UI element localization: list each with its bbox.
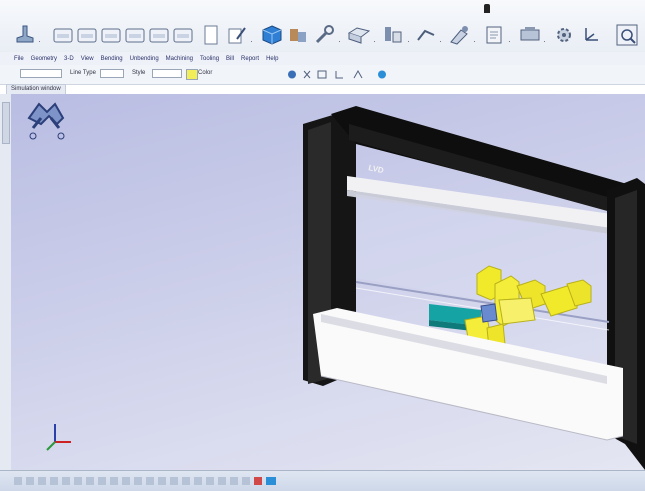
- status-button[interactable]: [122, 477, 130, 485]
- dropdown-arrow-icon[interactable]: ·: [473, 36, 476, 46]
- bend-tool-icon[interactable]: [14, 22, 36, 48]
- zoom-window-icon[interactable]: [317, 70, 327, 79]
- menu-item-unbending[interactable]: Unbending: [130, 56, 159, 62]
- main-toolbar: · · · · · · · · ·: [0, 0, 645, 53]
- line-type-label: Line Type: [70, 70, 96, 76]
- menu-item-view[interactable]: View: [81, 56, 94, 62]
- status-button[interactable]: [242, 477, 250, 485]
- document-tab[interactable]: Simulation window: [6, 84, 66, 94]
- tools-icon[interactable]: [286, 22, 310, 48]
- status-button[interactable]: [218, 477, 226, 485]
- dropdown-arrow-icon[interactable]: ·: [407, 36, 410, 46]
- status-button[interactable]: [158, 477, 166, 485]
- line-style-select[interactable]: [152, 69, 182, 78]
- 3d-viewport[interactable]: LVD: [11, 94, 645, 470]
- pan-icon[interactable]: [303, 70, 311, 79]
- wrench-icon[interactable]: [312, 22, 336, 48]
- status-button[interactable]: [14, 477, 22, 485]
- sheet-icon[interactable]: [172, 22, 194, 48]
- sheet-icon[interactable]: [52, 22, 74, 48]
- machine-icon[interactable]: [518, 22, 542, 48]
- report-icon[interactable]: [482, 22, 506, 48]
- status-bar: [0, 470, 645, 491]
- globe-icon[interactable]: [266, 477, 276, 485]
- status-button[interactable]: [146, 477, 154, 485]
- status-button[interactable]: [110, 477, 118, 485]
- gear-icon[interactable]: [552, 22, 576, 48]
- menu-item-bending[interactable]: Bending: [101, 56, 123, 62]
- status-button[interactable]: [50, 477, 58, 485]
- status-button[interactable]: [86, 477, 94, 485]
- status-button[interactable]: [230, 477, 238, 485]
- dropdown-arrow-icon[interactable]: ·: [338, 36, 341, 46]
- status-button[interactable]: [98, 477, 106, 485]
- machine-brand: LVD: [368, 163, 385, 175]
- view-mode-icon[interactable]: [353, 69, 363, 79]
- status-button[interactable]: [74, 477, 82, 485]
- status-button[interactable]: [194, 477, 202, 485]
- sheet-icon[interactable]: [76, 22, 98, 48]
- properties-toolbar: Line Type Style Color: [0, 65, 645, 85]
- color-swatch[interactable]: [186, 69, 198, 80]
- punch-icon[interactable]: [380, 22, 406, 48]
- status-button[interactable]: [26, 477, 34, 485]
- layer-field[interactable]: [20, 69, 62, 78]
- status-button[interactable]: [206, 477, 214, 485]
- status-button[interactable]: [170, 477, 178, 485]
- rotate-view-icon[interactable]: [288, 70, 296, 79]
- page-icon[interactable]: [200, 22, 222, 48]
- dropdown-arrow-icon[interactable]: ·: [250, 36, 253, 46]
- menu-item-geometry[interactable]: Geometry: [31, 56, 57, 62]
- box-3d-icon[interactable]: [260, 22, 284, 48]
- view-tools-group: [286, 68, 398, 83]
- zoom-fit-icon[interactable]: [614, 22, 640, 48]
- menu-item-help[interactable]: Help: [266, 56, 278, 62]
- menu-item-bill[interactable]: Bill: [226, 56, 234, 62]
- xyz-axis-icon[interactable]: [580, 22, 604, 48]
- flat-pattern-icon[interactable]: [346, 22, 372, 48]
- dropdown-arrow-icon[interactable]: ·: [373, 36, 376, 46]
- bend-line-icon[interactable]: [414, 22, 438, 48]
- sheet-icon[interactable]: [124, 22, 146, 48]
- globe-icon[interactable]: [378, 70, 386, 79]
- dropdown-arrow-icon[interactable]: ·: [439, 36, 442, 46]
- status-button[interactable]: [38, 477, 46, 485]
- side-tab[interactable]: [2, 102, 10, 144]
- status-button[interactable]: [62, 477, 70, 485]
- menu-item-report[interactable]: Report: [241, 56, 259, 62]
- menu-item-tooling[interactable]: Tooling: [200, 56, 219, 62]
- dropdown-arrow-icon[interactable]: ·: [38, 36, 41, 46]
- question-icon[interactable]: [254, 477, 262, 485]
- dropdown-arrow-icon[interactable]: ·: [508, 36, 511, 46]
- app-logo-icon: [27, 102, 65, 140]
- menu-item-3d[interactable]: 3-D: [64, 56, 74, 62]
- line-style-label: Style: [132, 70, 146, 76]
- menu-bar: File Geometry 3-D View Bending Unbending…: [0, 52, 645, 65]
- dropdown-arrow-icon[interactable]: ·: [543, 36, 546, 46]
- line-type-select[interactable]: [100, 69, 124, 78]
- pin-icon: [484, 4, 490, 13]
- machine-scene: LVD: [27, 102, 645, 470]
- pencil-icon[interactable]: [226, 22, 248, 48]
- sheet-icon[interactable]: [100, 22, 122, 48]
- select-icon[interactable]: [335, 71, 343, 79]
- menu-item-file[interactable]: File: [14, 56, 24, 62]
- status-button[interactable]: [134, 477, 142, 485]
- tool-select-icon[interactable]: [446, 22, 472, 48]
- axis-triad-icon: [46, 424, 71, 451]
- color-label: Color: [198, 70, 213, 76]
- menu-item-machining[interactable]: Machining: [166, 56, 193, 62]
- sheet-icon[interactable]: [148, 22, 170, 48]
- status-button[interactable]: [182, 477, 190, 485]
